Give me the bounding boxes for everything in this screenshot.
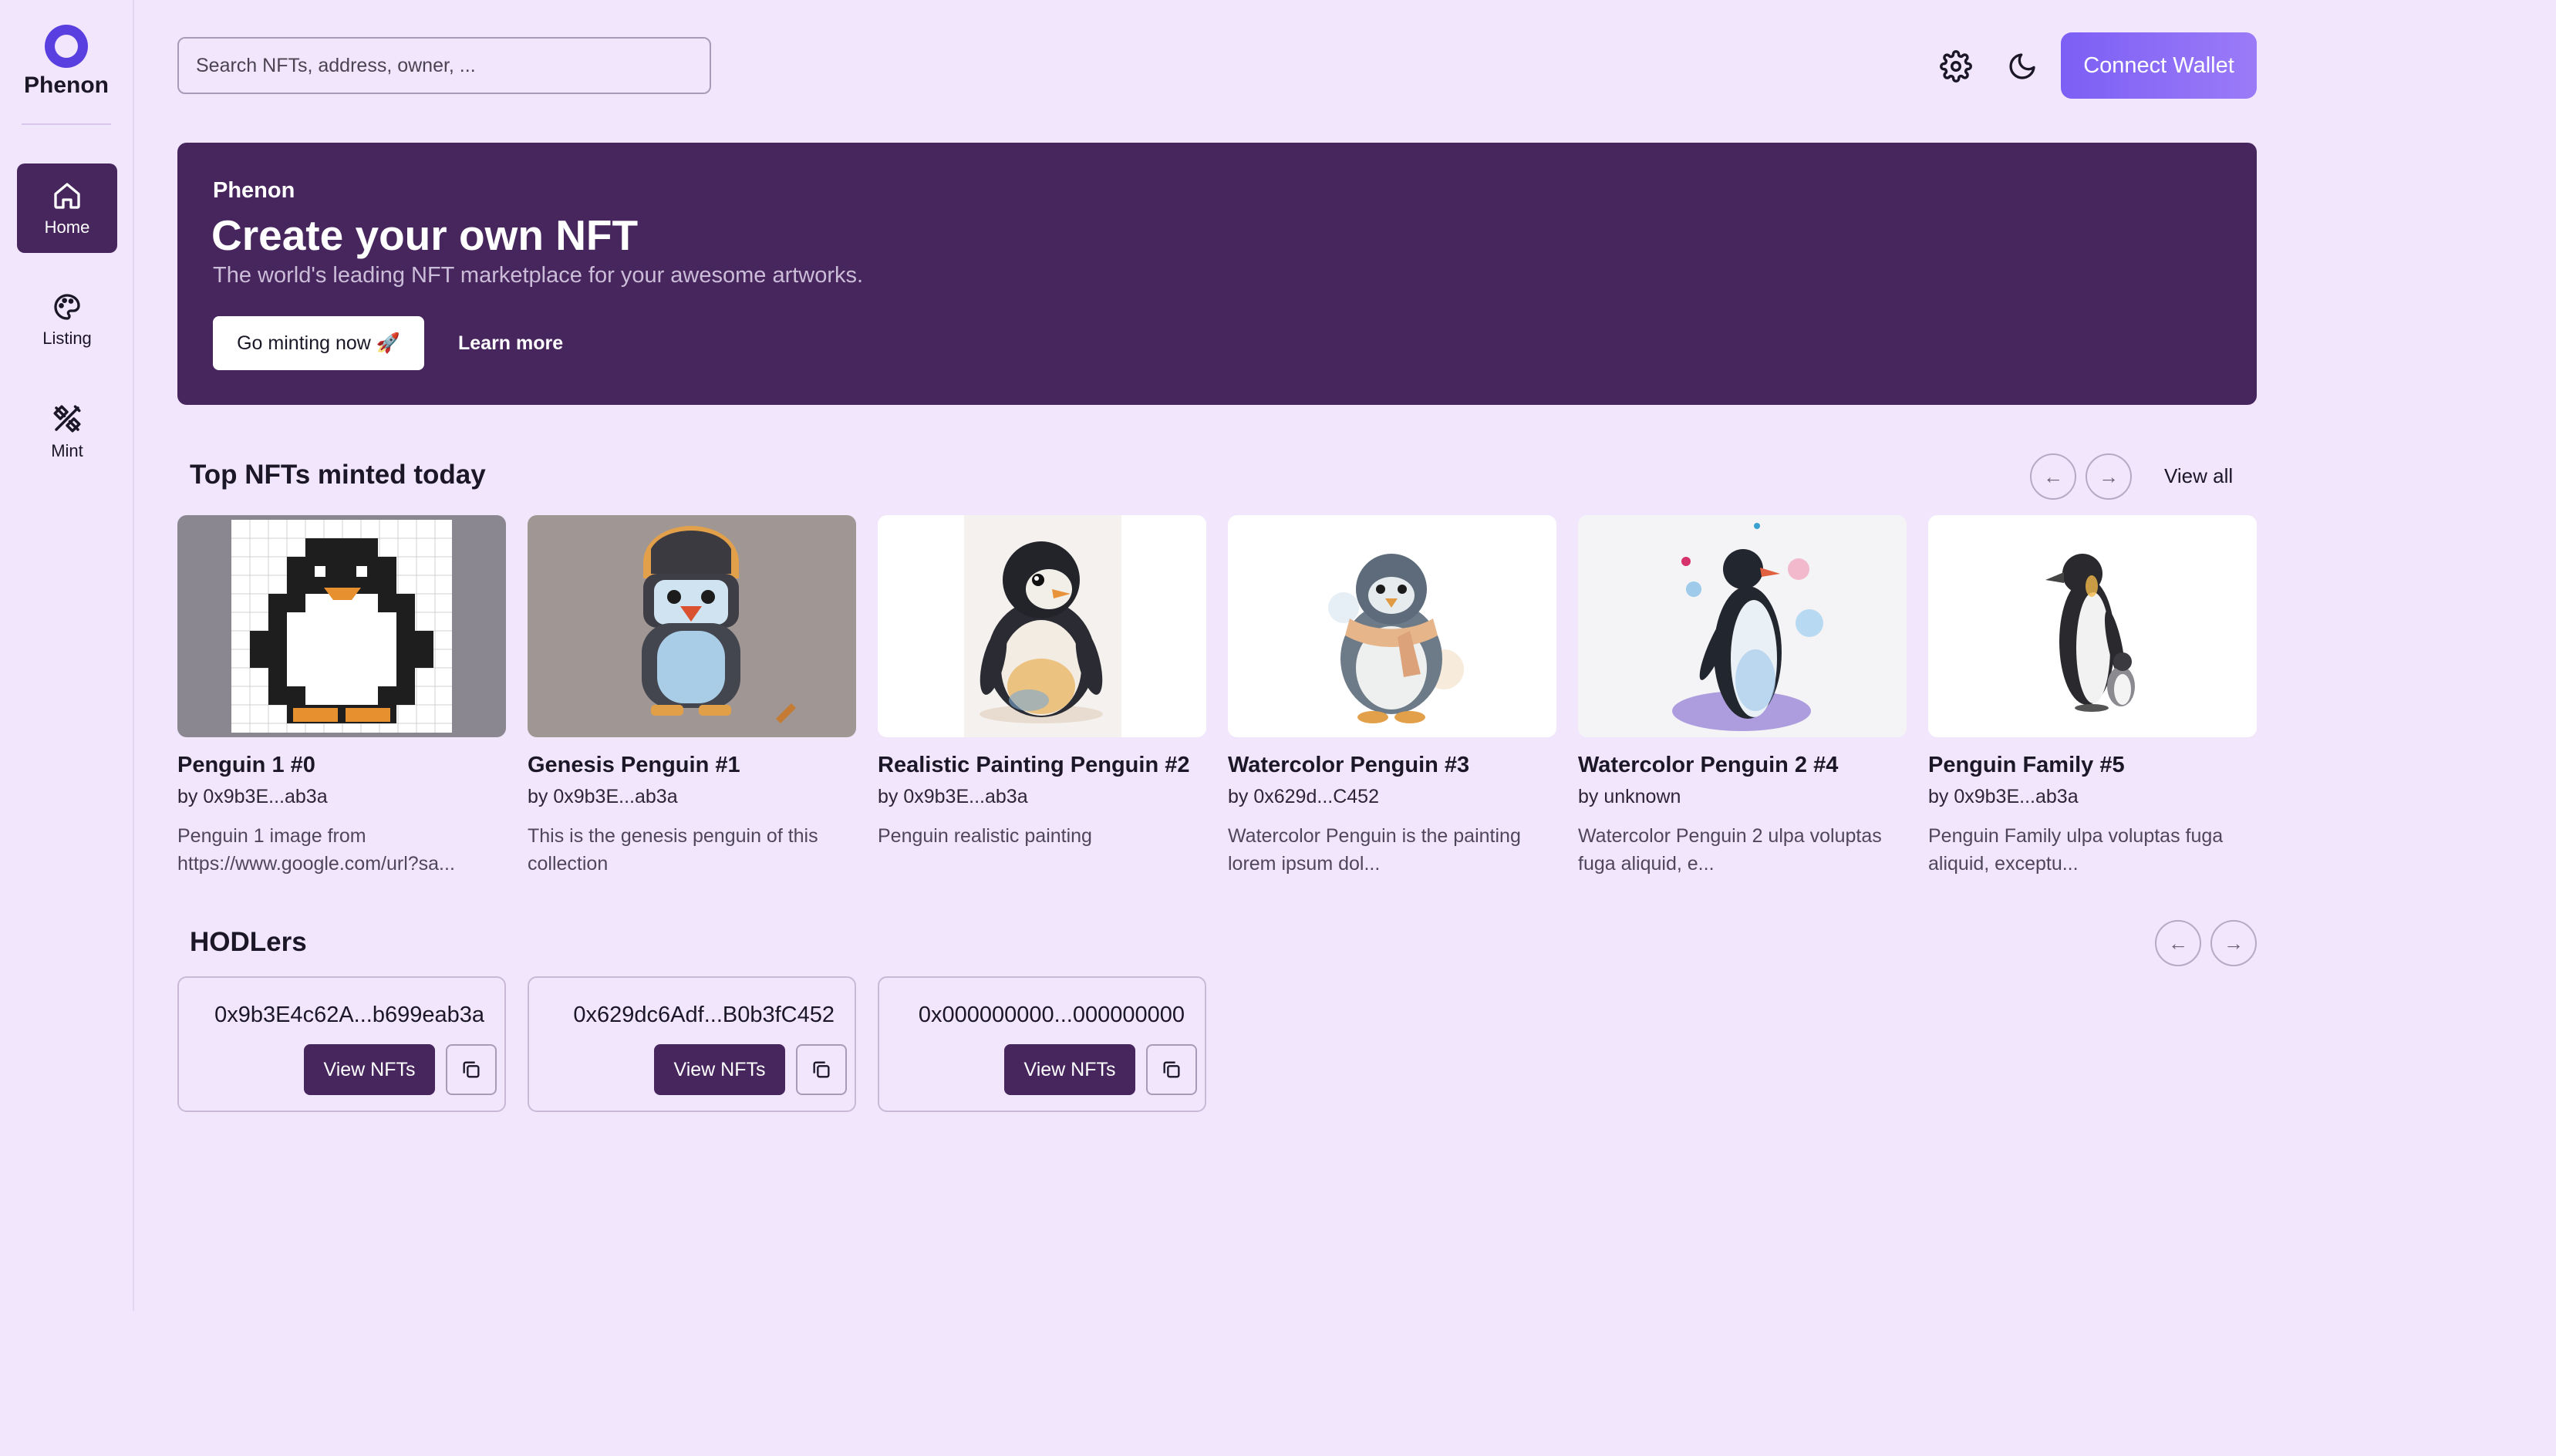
- holder-card: 0x9b3E4c62A...b699eab3a View NFTs: [177, 976, 506, 1112]
- view-nfts-button[interactable]: View NFTs: [304, 1044, 435, 1095]
- nft-title: Watercolor Penguin 2 #4: [1578, 753, 1839, 777]
- copy-icon: [1163, 1061, 1180, 1078]
- copy-icon: [463, 1061, 480, 1078]
- holder-address: 0x629dc6Adf...B0b3fC452: [573, 1003, 835, 1027]
- moon-icon: [2009, 53, 2035, 79]
- tools-icon: [53, 405, 81, 433]
- nft-title: Genesis Penguin #1: [528, 753, 740, 777]
- nft-description: Penguin Family ulpa voluptas fuga aliqui…: [1928, 822, 2252, 878]
- copy-address-button[interactable]: [1146, 1044, 1197, 1095]
- arrow-right-icon: →: [2099, 464, 2119, 488]
- top-nfts-prev-button[interactable]: ←: [2030, 453, 2076, 500]
- nft-owner: by 0x9b3E...ab3a: [1928, 786, 2079, 807]
- logo-ring-icon: [45, 25, 88, 68]
- sidebar-item-listing[interactable]: Listing: [17, 275, 117, 364]
- arrow-left-icon: ←: [2043, 464, 2063, 488]
- nft-card[interactable]: Realistic Painting Penguin #2 by 0x9b3E.…: [878, 515, 1206, 850]
- nft-image: [1228, 515, 1556, 737]
- nft-description-line: aliquid, exceptu...: [1928, 853, 2079, 875]
- nft-description-line: fuga aliquid, e...: [1578, 853, 1715, 875]
- nft-card[interactable]: Watercolor Penguin #3 by 0x629d...C452 W…: [1228, 515, 1556, 878]
- nft-image: [1928, 515, 2257, 737]
- top-nfts-title: Top NFTs minted today: [190, 460, 486, 490]
- holder-card: 0x000000000...000000000 View NFTs: [878, 976, 1206, 1112]
- hero-eyebrow: Phenon: [213, 178, 295, 203]
- hero-subtitle: The world's leading NFT marketplace for …: [213, 263, 864, 288]
- sidebar-item-label: Home: [44, 217, 90, 237]
- connect-wallet-button[interactable]: Connect Wallet: [2061, 32, 2257, 99]
- nft-image: [177, 515, 506, 737]
- nft-card[interactable]: Watercolor Penguin 2 #4 by unknown Water…: [1578, 515, 1907, 878]
- view-nfts-button[interactable]: View NFTs: [1004, 1044, 1135, 1095]
- learn-more-link[interactable]: Learn more: [458, 316, 563, 370]
- holder-address: 0x9b3E4c62A...b699eab3a: [214, 1003, 484, 1027]
- nft-owner: by unknown: [1578, 786, 1681, 807]
- nft-description-line: lorem ipsum dol...: [1228, 853, 1381, 875]
- nft-description: This is the genesis penguin of this coll…: [528, 822, 851, 878]
- holder-card: 0x629dc6Adf...B0b3fC452 View NFTs: [528, 976, 856, 1112]
- go-minting-button[interactable]: Go minting now 🚀: [213, 316, 424, 370]
- sidebar-item-mint[interactable]: Mint: [17, 386, 117, 475]
- hero-title: Create your own NFT: [211, 211, 639, 259]
- arrow-left-icon: ←: [2168, 931, 2188, 955]
- nft-description: Watercolor Penguin 2 ulpa voluptas fuga …: [1578, 822, 1902, 878]
- nft-description-line: Watercolor Penguin is the painting: [1228, 825, 1521, 847]
- nft-card[interactable]: Penguin Family #5 by 0x9b3E...ab3a Pengu…: [1928, 515, 2257, 878]
- holders-next-button[interactable]: →: [2210, 920, 2257, 966]
- theme-toggle-button[interactable]: [1995, 39, 2050, 94]
- nft-description-line: https://www.google.com/url?sa...: [177, 853, 455, 875]
- nft-image: [1578, 515, 1907, 737]
- sidebar-divider: [22, 123, 111, 125]
- copy-address-button[interactable]: [796, 1044, 847, 1095]
- nft-image: [528, 515, 856, 737]
- nft-description-line: Penguin 1 image from: [177, 825, 366, 847]
- nft-title: Watercolor Penguin #3: [1228, 753, 1470, 777]
- nft-title: Penguin 1 #0: [177, 753, 315, 777]
- settings-button[interactable]: [1928, 39, 1984, 94]
- nft-description-line: Penguin Family ulpa voluptas fuga: [1928, 825, 2224, 847]
- app-logo[interactable]: Phenon: [0, 25, 133, 99]
- sidebar-item-label: Mint: [51, 441, 83, 460]
- nft-description-line: Penguin realistic painting: [878, 825, 1092, 847]
- nft-owner: by 0x9b3E...ab3a: [177, 786, 328, 807]
- nft-description: Watercolor Penguin is the painting lorem…: [1228, 822, 1552, 878]
- palette-icon: [54, 294, 80, 320]
- copy-icon: [813, 1061, 830, 1078]
- nft-owner: by 0x9b3E...ab3a: [528, 786, 678, 807]
- sidebar-item-home[interactable]: Home: [17, 163, 117, 253]
- sidebar-item-label: Listing: [42, 329, 92, 348]
- nft-title: Penguin Family #5: [1928, 753, 2125, 777]
- copy-address-button[interactable]: [446, 1044, 497, 1095]
- nft-description: Penguin 1 image from https://www.google.…: [177, 822, 501, 878]
- holder-address: 0x000000000...000000000: [918, 1003, 1185, 1027]
- nft-description-line: Watercolor Penguin 2 ulpa voluptas: [1578, 825, 1882, 847]
- gear-icon: [1940, 50, 1972, 83]
- nft-description-line: collection: [528, 853, 609, 875]
- top-nfts-next-button[interactable]: →: [2086, 453, 2132, 500]
- nft-owner: by 0x629d...C452: [1228, 786, 1379, 807]
- nft-description-line: This is the genesis penguin of this: [528, 825, 818, 847]
- holders-title: HODLers: [190, 927, 307, 957]
- nft-title: Realistic Painting Penguin #2: [878, 753, 1190, 777]
- nft-description: Penguin realistic painting: [878, 822, 1202, 850]
- sidebar: Phenon Home Listing Mint: [0, 0, 134, 1311]
- holders-prev-button[interactable]: ←: [2155, 920, 2201, 966]
- nft-image: [878, 515, 1206, 737]
- app-name: Phenon: [24, 72, 109, 98]
- search-input[interactable]: [177, 37, 711, 94]
- nft-card[interactable]: Penguin 1 #0 by 0x9b3E...ab3a Penguin 1 …: [177, 515, 506, 878]
- nft-card[interactable]: Genesis Penguin #1 by 0x9b3E...ab3a This…: [528, 515, 856, 878]
- view-all-link[interactable]: View all: [2164, 464, 2233, 488]
- arrow-right-icon: →: [2224, 931, 2244, 955]
- nft-owner: by 0x9b3E...ab3a: [878, 786, 1028, 807]
- view-nfts-button[interactable]: View NFTs: [654, 1044, 785, 1095]
- home-icon: [54, 183, 80, 209]
- hero-banner: Phenon Create your own NFT The world's l…: [177, 143, 2257, 405]
